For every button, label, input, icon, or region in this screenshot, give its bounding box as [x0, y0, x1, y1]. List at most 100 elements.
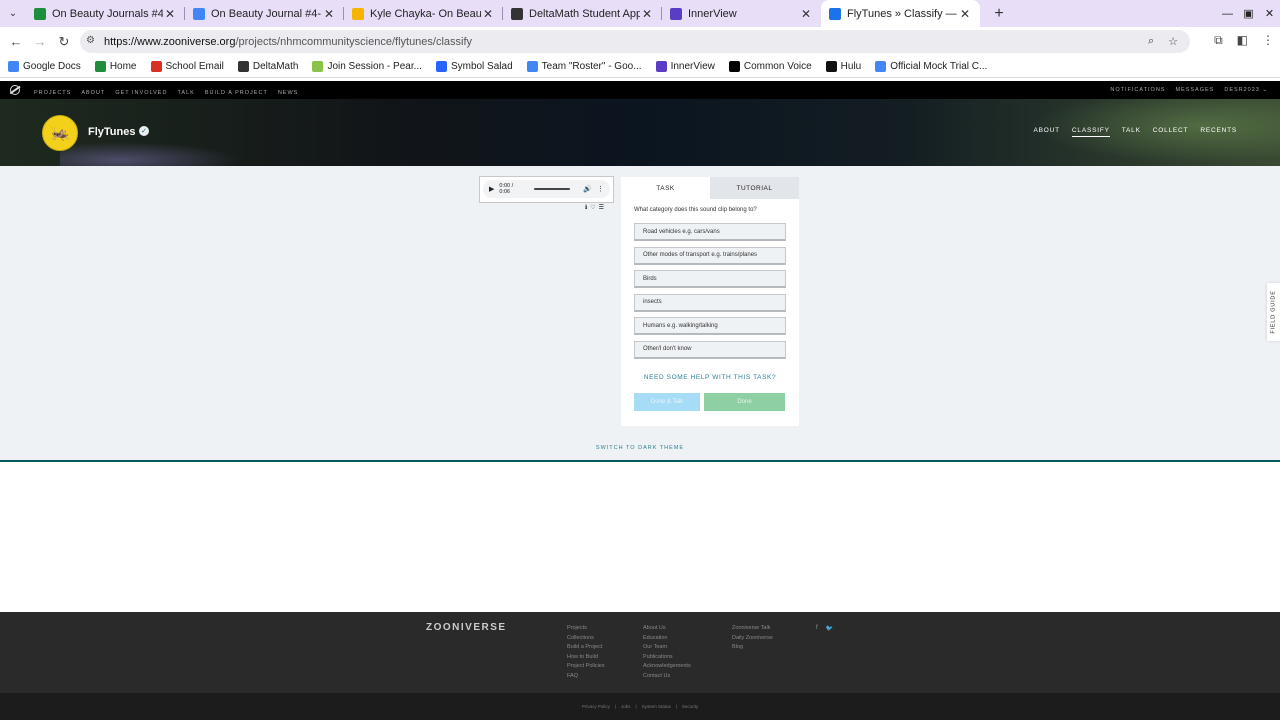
- project-avatar[interactable]: 🦗: [42, 115, 78, 151]
- answer-option[interactable]: Other modes of transport e.g. trains/pla…: [634, 246, 786, 265]
- footer-link[interactable]: Contact Us: [643, 673, 691, 680]
- project-nav-item[interactable]: COLLECT: [1153, 127, 1189, 137]
- tab-close-icon[interactable]: ✕: [163, 7, 177, 21]
- back-icon[interactable]: ←: [4, 34, 28, 49]
- footer-legal-link[interactable]: Privacy Policy: [582, 704, 610, 709]
- project-nav-item[interactable]: TALK: [1122, 127, 1141, 137]
- zoo-nav-item[interactable]: PROJECTS: [34, 90, 71, 96]
- footer-legal-link[interactable]: System Status: [642, 704, 671, 709]
- forward-icon[interactable]: →: [28, 34, 52, 49]
- extensions-icon[interactable]: ⧉: [1214, 33, 1223, 48]
- side-panel-icon[interactable]: ◧: [1237, 33, 1248, 48]
- facebook-icon[interactable]: f: [816, 625, 818, 632]
- bookmark-item[interactable]: Hulu: [825, 61, 861, 72]
- bookmark-item[interactable]: Official Mock Trial C...: [875, 61, 987, 72]
- footer-link[interactable]: Collections: [567, 635, 605, 642]
- answer-option[interactable]: insects: [634, 293, 786, 312]
- play-icon[interactable]: ▶: [489, 185, 494, 193]
- answer-option[interactable]: Birds: [634, 270, 786, 289]
- footer-link[interactable]: Publications: [643, 654, 691, 661]
- switch-dark-theme-link[interactable]: SWITCH TO DARK THEME: [0, 445, 1280, 451]
- zoo-nav-item[interactable]: GET INVOLVED: [115, 90, 167, 96]
- minimize-icon[interactable]: —: [1217, 8, 1238, 20]
- twitter-icon[interactable]: 🐦: [826, 625, 833, 632]
- answer-option[interactable]: Humans e.g. walking/talking: [634, 317, 786, 336]
- bookmark-item[interactable]: Google Docs: [8, 61, 81, 72]
- bookmark-item[interactable]: Common Voice: [728, 61, 812, 72]
- zoom-icon[interactable]: ⌕: [1148, 35, 1154, 48]
- tab-close-icon[interactable]: ✕: [640, 7, 654, 21]
- browser-menu-icon[interactable]: ⋮: [1262, 33, 1274, 48]
- zoo-user-nav-item[interactable]: NOTIFICATIONS: [1110, 87, 1165, 93]
- reload-icon[interactable]: ↻: [52, 34, 76, 50]
- tab-search-chevron-icon[interactable]: ⌄: [0, 0, 26, 27]
- answer-option[interactable]: Road vehicles e.g. cars/vans: [634, 223, 786, 241]
- footer-link[interactable]: How to Build: [567, 654, 605, 661]
- zooniverse-logo-icon[interactable]: [10, 85, 20, 95]
- footer-logo[interactable]: ZOONIVERSE: [426, 622, 507, 633]
- close-window-icon[interactable]: ✕: [1259, 7, 1280, 20]
- audio-menu-icon[interactable]: ⋮: [597, 185, 604, 193]
- footer-link[interactable]: Daily Zooniverse: [732, 635, 773, 642]
- info-icon[interactable]: ℹ: [585, 204, 587, 211]
- address-bar[interactable]: ⚙ https://www.zooniverse.org/projects/nh…: [80, 30, 1190, 53]
- answer-option[interactable]: Other/I don't know: [634, 340, 786, 359]
- bookmark-item[interactable]: DeltaMath: [237, 61, 298, 72]
- restore-icon[interactable]: ▣: [1238, 7, 1259, 20]
- zoo-nav-item[interactable]: TALK: [177, 90, 194, 96]
- footer-legal-link[interactable]: Security: [682, 704, 698, 709]
- browser-tab[interactable]: Kyle Chayka- On Beauty #4 - Go✕: [344, 0, 503, 27]
- audio-progress-slider[interactable]: [533, 188, 571, 190]
- bookmark-icon: [526, 61, 538, 72]
- site-info-icon[interactable]: ⚙: [86, 35, 95, 46]
- tab-tutorial[interactable]: TUTORIAL: [710, 177, 799, 199]
- browser-tab[interactable]: On Beauty Journals #4- Kyle Ch✕: [26, 0, 185, 27]
- zoo-nav-item[interactable]: ABOUT: [81, 90, 105, 96]
- bookmark-item[interactable]: Home: [94, 61, 137, 72]
- footer-link[interactable]: Acknowledgements: [643, 663, 691, 670]
- tab-close-icon[interactable]: ✕: [481, 7, 495, 21]
- tab-close-icon[interactable]: ✕: [958, 7, 972, 21]
- tab-task[interactable]: TASK: [621, 177, 710, 199]
- bookmark-item[interactable]: Symbol Salad: [435, 61, 513, 72]
- bookmark-item[interactable]: Team "Roster" - Goo...: [526, 61, 642, 72]
- footer-link[interactable]: Education: [643, 635, 691, 642]
- volume-icon[interactable]: 🔊: [583, 185, 592, 193]
- footer-link[interactable]: Projects: [567, 625, 605, 632]
- project-nav-item[interactable]: RECENTS: [1200, 127, 1237, 137]
- browser-tab[interactable]: On Beauty Journal #4- Kyle Cha✕: [185, 0, 344, 27]
- project-nav-item[interactable]: CLASSIFY: [1071, 127, 1110, 137]
- footer-link[interactable]: Zooniverse Talk: [732, 625, 773, 632]
- zoo-nav-item[interactable]: NEWS: [278, 90, 299, 96]
- bookmark-item[interactable]: Join Session - Pear...: [312, 61, 422, 72]
- zoo-user-nav-item[interactable]: MESSAGES: [1175, 87, 1214, 93]
- new-tab-button[interactable]: +: [986, 5, 1012, 23]
- zoo-user-nav-item[interactable]: DESR2023 ⌄: [1224, 87, 1268, 93]
- collect-list-icon[interactable]: ☰: [599, 204, 604, 211]
- bookmark-item[interactable]: InnerView: [655, 61, 715, 72]
- project-nav-item[interactable]: ABOUT: [1034, 127, 1060, 137]
- footer-link[interactable]: Build a Project: [567, 644, 605, 651]
- footer-legal-link[interactable]: Jobs: [621, 704, 631, 709]
- bookmark-item[interactable]: School Email: [150, 61, 224, 72]
- done-and-talk-button[interactable]: Done & Talk: [634, 393, 700, 411]
- zoo-nav-item[interactable]: BUILD A PROJECT: [205, 90, 268, 96]
- project-title[interactable]: FlyTunes: [88, 126, 135, 138]
- favorite-heart-icon[interactable]: ♡: [590, 204, 595, 211]
- browser-tab[interactable]: DeltaMath Student Application✕: [503, 0, 662, 27]
- browser-tab[interactable]: InnerView ✕: [662, 0, 821, 27]
- field-guide-tab[interactable]: FIELD GUIDE: [1267, 283, 1280, 341]
- footer-link[interactable]: Our Team: [643, 644, 691, 651]
- browser-tab[interactable]: FlyTunes » Classify — Zooniverse✕: [821, 0, 980, 27]
- done-button[interactable]: Done: [704, 393, 785, 411]
- tab-close-icon[interactable]: ✕: [322, 7, 336, 21]
- task-help-link[interactable]: NEED SOME HELP WITH THIS TASK?: [621, 374, 799, 381]
- footer-link[interactable]: Blog: [732, 644, 773, 651]
- tab-close-icon[interactable]: ✕: [799, 7, 813, 21]
- footer-link[interactable]: About Us: [643, 625, 691, 632]
- footer-link[interactable]: Project Policies: [567, 663, 605, 670]
- project-header: 🦗 FlyTunes ✓ ABOUT CLASSIFY TALK COLLECT REC…: [0, 99, 1280, 166]
- bookmark-star-icon[interactable]: ☆: [1168, 35, 1178, 48]
- footer-link[interactable]: FAQ: [567, 673, 605, 680]
- bookmark-icon: [435, 61, 447, 72]
